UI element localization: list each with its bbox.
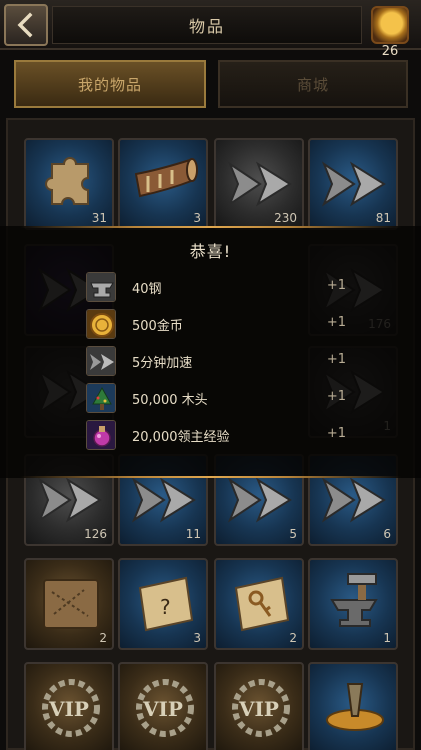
inventory-slot[interactable]: 2 bbox=[214, 558, 304, 650]
item-quantity: 2 bbox=[99, 631, 107, 645]
inventory-slot[interactable]: 230 bbox=[214, 138, 304, 230]
svg-text:VIP: VIP bbox=[238, 697, 279, 721]
item-quantity: 31 bbox=[91, 211, 107, 225]
item-quantity: 11 bbox=[185, 527, 201, 541]
item-quantity: 5 bbox=[289, 527, 297, 541]
item-quantity: 1 bbox=[383, 631, 391, 645]
reward-name: 20,000领主经验 bbox=[132, 430, 230, 445]
gold-coin-icon bbox=[371, 6, 409, 44]
item-quantity: 3 bbox=[193, 631, 201, 645]
back-button[interactable] bbox=[4, 4, 48, 46]
item-quantity: 230 bbox=[274, 211, 297, 225]
inventory-slot[interactable]: VIP bbox=[118, 662, 208, 750]
inventory-slot[interactable]: ? 3 bbox=[118, 558, 208, 650]
item-quantity: 81 bbox=[375, 211, 391, 225]
gold-coin-icon bbox=[86, 309, 116, 339]
reward-row: 50,000 木头 +1 bbox=[86, 381, 346, 415]
inventory-slot[interactable]: 3 bbox=[118, 138, 208, 230]
svg-text:VIP: VIP bbox=[48, 697, 89, 721]
reward-name: 5分钟加速 bbox=[132, 356, 193, 371]
chevron-left-icon bbox=[17, 12, 33, 38]
reward-amount: +1 bbox=[326, 315, 346, 330]
wood-tree-icon bbox=[86, 383, 116, 413]
reward-amount: +1 bbox=[326, 352, 346, 367]
inventory-slot[interactable]: VIP bbox=[24, 662, 114, 750]
reward-row: 20,000领主经验 +1 bbox=[86, 418, 346, 452]
page-title-plate: 物品 bbox=[52, 6, 362, 44]
inventory-slot[interactable]: 31 bbox=[24, 138, 114, 230]
reward-amount: +1 bbox=[326, 278, 346, 293]
steel-anvil-icon bbox=[86, 272, 116, 302]
page-title: 物品 bbox=[188, 17, 225, 36]
lord-xp-potion-icon bbox=[86, 420, 116, 450]
inventory-slot[interactable]: 1 bbox=[308, 558, 398, 650]
inventory-slot[interactable] bbox=[308, 662, 398, 750]
popup-title: 恭喜! bbox=[189, 242, 232, 261]
inventory-slot[interactable]: VIP bbox=[214, 662, 304, 750]
reward-amount: +1 bbox=[326, 426, 346, 441]
tab-shop[interactable]: 商城 bbox=[218, 60, 408, 108]
popup-top-divider bbox=[20, 226, 401, 228]
tab-my-items[interactable]: 我的物品 bbox=[14, 60, 206, 108]
inventory-slot[interactable]: 2 bbox=[24, 558, 114, 650]
reward-amount: +1 bbox=[326, 389, 346, 404]
item-quantity: 3 bbox=[193, 211, 201, 225]
item-quantity: 2 bbox=[289, 631, 297, 645]
svg-text:VIP: VIP bbox=[142, 697, 183, 721]
reward-row: 40钢 +1 bbox=[86, 270, 346, 304]
top-bar: 物品 26 bbox=[0, 0, 421, 59]
reward-name: 500金币 bbox=[132, 319, 183, 334]
reward-row: 500金币 +1 bbox=[86, 307, 346, 341]
svg-text:?: ? bbox=[160, 595, 171, 619]
item-quantity: 126 bbox=[84, 527, 107, 541]
inventory-slot[interactable]: 81 bbox=[308, 138, 398, 230]
popup-bottom-divider bbox=[20, 476, 401, 478]
tab-bar: 我的物品 商城 bbox=[0, 54, 421, 110]
speedup-arrow-icon bbox=[86, 346, 116, 376]
item-quantity: 6 bbox=[383, 527, 391, 541]
reward-row: 5分钟加速 +1 bbox=[86, 344, 346, 378]
reward-name: 50,000 木头 bbox=[132, 393, 208, 408]
reward-name: 40钢 bbox=[132, 282, 162, 297]
